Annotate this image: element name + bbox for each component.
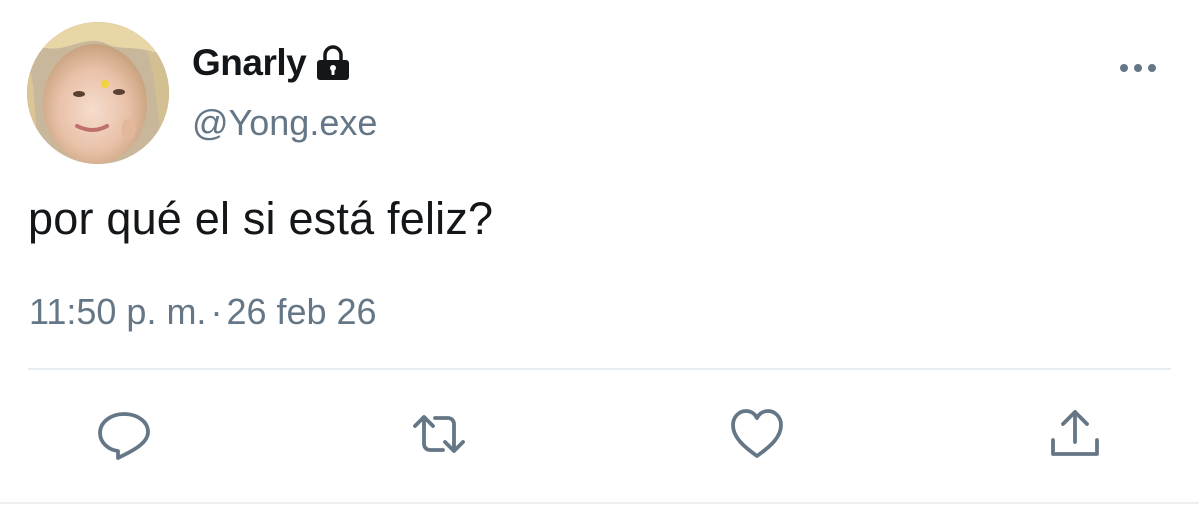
share-icon (1051, 410, 1099, 456)
more-options-icon[interactable] (1116, 56, 1160, 80)
retweet-button[interactable] (411, 406, 467, 462)
user-handle[interactable]: @Yong.exe (192, 102, 377, 144)
lock-icon (317, 45, 350, 80)
avatar[interactable] (27, 22, 169, 164)
heart-icon (731, 409, 783, 458)
divider (28, 368, 1171, 370)
share-button[interactable] (1047, 406, 1103, 462)
bottom-divider (0, 502, 1199, 504)
display-name-row: Gnarly (192, 40, 352, 86)
tweet-date: 26 feb 26 (226, 291, 377, 332)
like-button[interactable] (729, 406, 785, 462)
tweet-time: 11:50 p. m. (29, 291, 207, 332)
reply-icon (98, 412, 150, 460)
meta-separator: · (210, 291, 223, 332)
reply-button[interactable] (96, 406, 152, 462)
tweet-text: por qué el si está feliz? (28, 193, 494, 244)
display-name[interactable]: Gnarly (192, 42, 307, 84)
retweet-icon (413, 415, 465, 453)
avatar-photo (27, 22, 169, 164)
tweet-timestamp[interactable]: 11:50 p. m. · 26 feb 26 (29, 291, 377, 333)
tweet-card: Gnarly @Yong.exe por qué el si está feli… (0, 0, 1199, 519)
